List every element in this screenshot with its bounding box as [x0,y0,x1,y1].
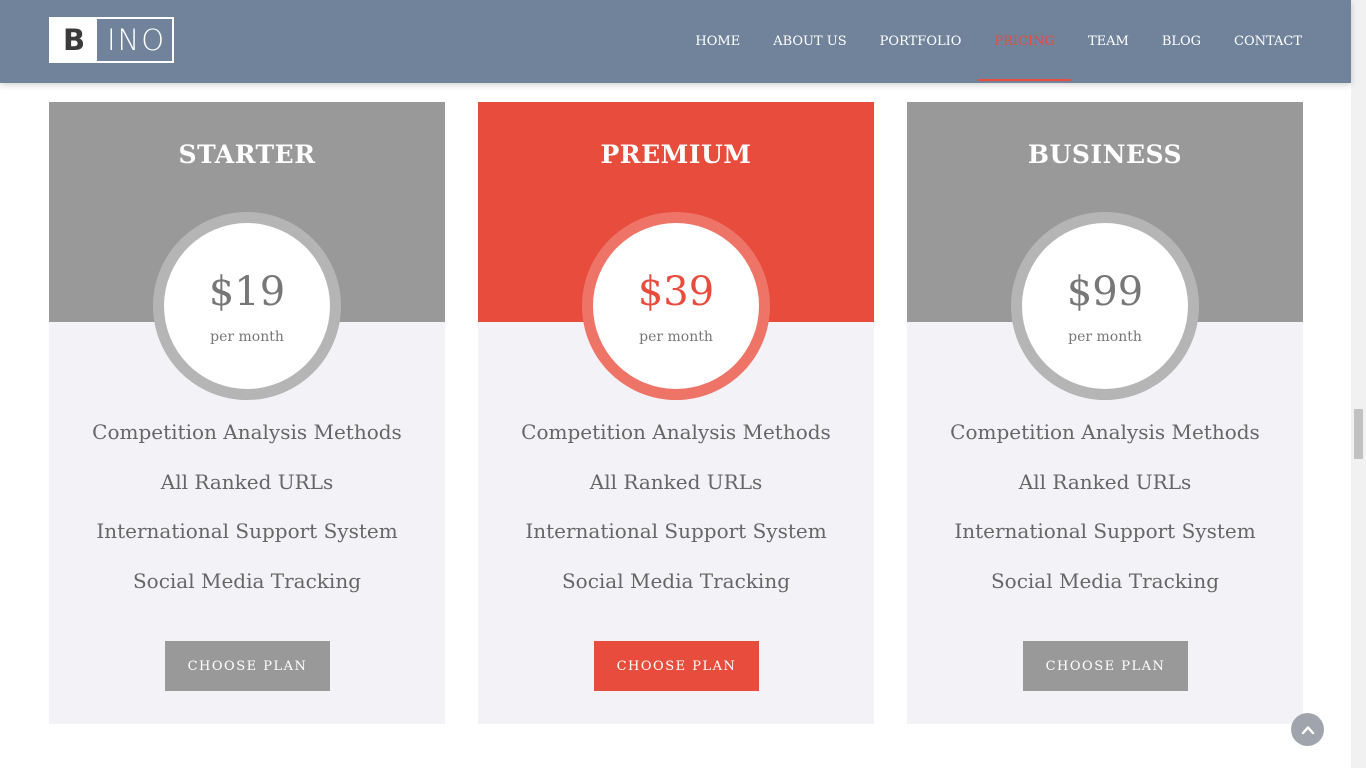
price-ring: $39 per month [582,212,770,400]
price-circle: $39 per month [593,223,759,389]
site-header: B INO HOME ABOUT US PORTFOLIO PRICING TE… [0,0,1351,83]
scrollbar-thumb[interactable] [1354,409,1363,459]
feature-item: Social Media Tracking [132,568,362,593]
price-ring: $99 per month [1011,212,1199,400]
choose-plan-button-premium[interactable]: CHOOSE PLAN [594,641,759,691]
nav-item-home[interactable]: HOME [679,0,757,83]
feature-item: Social Media Tracking [990,568,1220,593]
feature-item: International Support System [96,519,398,544]
plan-price: $19 [208,269,286,315]
feature-item: All Ranked URLs [589,469,763,494]
pricing-table: STARTER $19 per month Competition Analys… [49,102,1303,724]
feature-list: Competition Analysis Methods All Ranked … [478,415,874,613]
feature-item: International Support System [954,519,1256,544]
feature-item: Competition Analysis Methods [92,420,402,444]
feature-list: Competition Analysis Methods All Ranked … [49,415,445,613]
nav-item-team[interactable]: TEAM [1071,0,1145,83]
page-scrollbar[interactable] [1351,0,1366,768]
nav-item-portfolio[interactable]: PORTFOLIO [863,0,978,83]
pricing-card-business: BUSINESS $99 per month Competition Analy… [907,102,1303,724]
nav-item-blog[interactable]: BLOG [1145,0,1217,83]
pricing-card-starter: STARTER $19 per month Competition Analys… [49,102,445,724]
plan-period: per month [1068,329,1142,345]
choose-plan-button-business[interactable]: CHOOSE PLAN [1023,641,1188,691]
main-nav: HOME ABOUT US PORTFOLIO PRICING TEAM BLO… [679,0,1302,83]
nav-item-contact[interactable]: CONTACT [1218,0,1302,83]
plan-price: $39 [637,269,715,315]
logo-letter: B [51,19,97,61]
plan-period: per month [639,329,713,345]
feature-list: Competition Analysis Methods All Ranked … [907,415,1303,613]
plan-name: STARTER [178,140,316,169]
price-circle: $19 per month [164,223,330,389]
logo[interactable]: B INO [49,17,174,63]
feature-item: All Ranked URLs [160,469,334,494]
feature-item: Competition Analysis Methods [950,420,1260,444]
plan-name: BUSINESS [1027,140,1183,169]
chevron-up-icon [1301,725,1314,734]
plan-period: per month [210,329,284,345]
feature-item: Social Media Tracking [561,568,791,593]
feature-item: International Support System [525,519,827,544]
plan-price: $99 [1066,269,1144,315]
choose-plan-button-starter[interactable]: CHOOSE PLAN [165,641,330,691]
feature-item: Competition Analysis Methods [521,420,831,444]
back-to-top-button[interactable] [1291,713,1324,746]
feature-item: All Ranked URLs [1018,469,1192,494]
pricing-card-premium: PREMIUM $39 per month Competition Analys… [478,102,874,724]
nav-item-about-us[interactable]: ABOUT US [757,0,863,83]
price-circle: $99 per month [1022,223,1188,389]
plan-name: PREMIUM [600,140,752,169]
nav-item-pricing[interactable]: PRICING [977,0,1072,83]
logo-text: INO [107,23,167,57]
price-ring: $19 per month [153,212,341,400]
